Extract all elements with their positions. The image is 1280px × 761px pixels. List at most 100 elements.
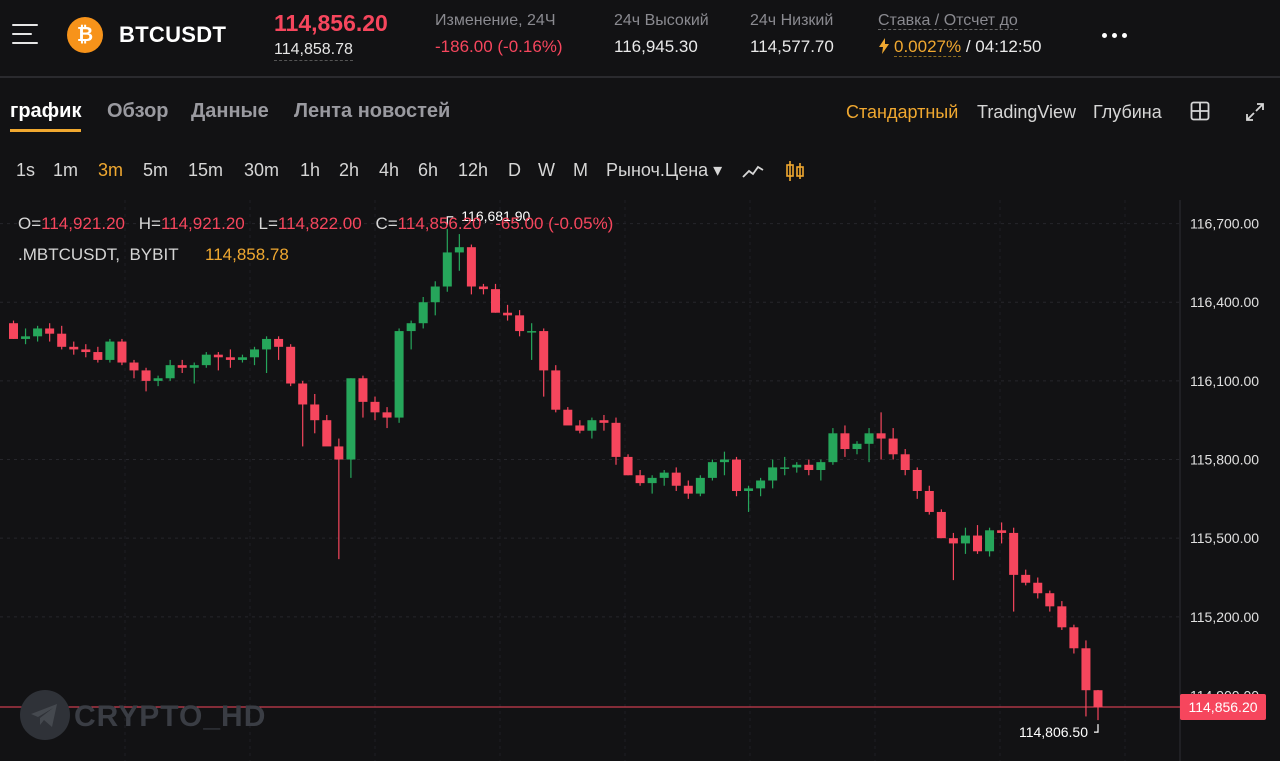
low-value: 114,822.00	[277, 214, 362, 233]
price-axis-tick: 115,500.00	[1190, 530, 1259, 546]
candle-body	[719, 459, 729, 463]
interval-1m[interactable]: 1m	[53, 160, 78, 181]
candlestick-chart[interactable]: 116,700.00 116,400.00 116,100.00 115,800.00…	[0, 200, 1280, 761]
view-standard[interactable]: Стандартный	[846, 102, 958, 123]
candle-body	[334, 446, 344, 460]
candle-body	[322, 420, 332, 447]
price-axis: 116,700.00 116,400.00 116,100.00 115,800.00…	[1190, 216, 1259, 704]
high-24h-value: 116,945.30	[614, 37, 698, 56]
fullscreen-icon[interactable]	[1244, 101, 1266, 123]
candle-body	[587, 420, 597, 431]
candle-body	[129, 362, 139, 371]
interval-1h[interactable]: 1h	[300, 160, 320, 181]
candle-body	[503, 312, 513, 316]
funding[interactable]: Ставка / Отсчет до 0.0027% / 04:12:50	[878, 12, 1041, 57]
interval-12h[interactable]: 12h	[458, 160, 488, 181]
candle-body	[153, 378, 163, 381]
candle-body	[358, 378, 368, 402]
candle-body	[382, 412, 392, 418]
view-depth[interactable]: Глубина	[1093, 102, 1162, 123]
candle-body	[527, 331, 537, 333]
candle-body	[45, 328, 55, 334]
interval-1s[interactable]: 1s	[16, 160, 35, 181]
candle-body	[346, 378, 356, 460]
high-24h: 24ч Высокий 116,945.30	[614, 12, 709, 57]
candle-body	[298, 383, 308, 405]
instrument-name: .MBTCUSDT,	[18, 245, 120, 264]
interval-bar: 1s 1m 3m 5m 15m 30m 1h 2h 4h 6h 12h D W …	[0, 158, 1280, 186]
funding-rate[interactable]: 0.0027%	[894, 37, 962, 57]
candle-body	[1033, 582, 1043, 594]
open-key: O=	[18, 214, 42, 233]
view-tradingview[interactable]: TradingView	[977, 102, 1076, 123]
tab-news[interactable]: Лента новостей	[294, 100, 450, 123]
tab-overview[interactable]: Обзор	[107, 100, 169, 123]
tab-chart[interactable]: график	[10, 100, 82, 132]
candle-body	[1057, 606, 1067, 628]
close-value: 114,856.20	[397, 214, 482, 233]
hamburger-menu-icon[interactable]	[12, 24, 38, 46]
mark-price[interactable]: 114,858.78	[274, 41, 353, 61]
candle-body	[551, 370, 561, 410]
lightning-icon	[879, 38, 889, 54]
watermark-text: CRYPTO_HD	[74, 700, 267, 733]
close-key: C=	[375, 214, 398, 233]
candle-body	[491, 289, 500, 313]
more-dots-icon[interactable]	[1102, 33, 1128, 39]
interval-m[interactable]: M	[573, 160, 588, 181]
interval-6h[interactable]: 6h	[418, 160, 438, 181]
instrument-mark-price: 114,858.78	[205, 245, 289, 264]
candle-body	[683, 485, 693, 494]
candle-body	[225, 357, 235, 360]
interval-d[interactable]: D	[508, 160, 521, 181]
candle-body	[370, 401, 380, 413]
candle-body	[912, 470, 922, 491]
high-24h-label: 24ч Высокий	[614, 12, 709, 29]
candle-body	[611, 422, 621, 457]
interval-5m[interactable]: 5m	[143, 160, 168, 181]
candle-body	[840, 433, 850, 450]
candle-body	[286, 346, 296, 384]
candle-body	[9, 323, 18, 339]
symbol-selector[interactable]: BTCUSDT	[119, 22, 226, 48]
candle-body	[792, 464, 802, 468]
candle-body	[201, 354, 211, 366]
candle-body	[924, 490, 934, 512]
candle-body	[141, 370, 151, 381]
candle-body	[816, 462, 826, 471]
candle-change: -65.00 (-0.05%)	[495, 214, 614, 233]
chart-grid	[0, 200, 1180, 761]
high-key: H=	[138, 214, 161, 233]
price-type-dropdown[interactable]: Рыноч.Цена ▾	[606, 160, 722, 181]
candle-body	[707, 462, 717, 478]
candle-body	[900, 454, 910, 471]
candle-body	[442, 252, 452, 287]
low-24h: 24ч Низкий 114,577.70	[750, 12, 834, 57]
instrument-exchange: BYBIT	[129, 245, 179, 264]
candlestick-icon[interactable]	[784, 160, 806, 182]
interval-3m[interactable]: 3m	[98, 160, 123, 181]
candle-body	[828, 433, 838, 463]
candle-body	[418, 302, 428, 324]
tab-data[interactable]: Данные	[191, 100, 269, 123]
candle-body	[888, 438, 898, 455]
candle-body	[768, 467, 778, 481]
candle-body	[695, 477, 705, 494]
line-chart-icon[interactable]	[742, 162, 764, 180]
interval-w[interactable]: W	[538, 160, 555, 181]
layout-grid-icon[interactable]	[1190, 101, 1210, 121]
candle-body	[804, 464, 814, 471]
interval-15m[interactable]: 15m	[188, 160, 223, 181]
interval-30m[interactable]: 30m	[244, 160, 279, 181]
high-value: 114,921.20	[160, 214, 245, 233]
candle-body	[744, 488, 754, 491]
candle-body	[647, 477, 657, 484]
price-axis-tick: 115,200.00	[1190, 609, 1259, 625]
candle-body	[635, 475, 645, 484]
interval-4h[interactable]: 4h	[379, 160, 399, 181]
candle-body	[466, 247, 476, 287]
candle-body	[732, 459, 741, 491]
bitcoin-icon: ₿	[67, 17, 103, 53]
candle-body	[1021, 574, 1031, 583]
interval-2h[interactable]: 2h	[339, 160, 359, 181]
